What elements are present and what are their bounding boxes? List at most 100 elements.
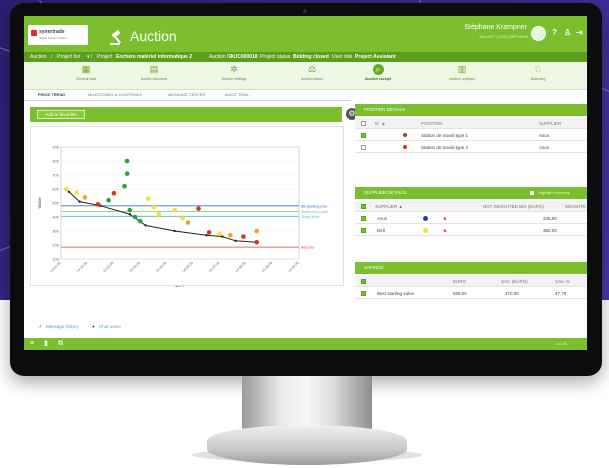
x-tick-label: 14:35:00 <box>155 261 167 273</box>
step-awarding[interactable]: ♘ Awarding <box>520 64 556 81</box>
y-tick-label: 400 <box>52 215 59 220</box>
best-bid-point <box>234 239 237 242</box>
chart-icon[interactable]: ▮ <box>44 340 52 348</box>
reference-line-label: Target price <box>301 215 319 219</box>
step-auction-structure[interactable]: ▤ Auction structure <box>136 64 172 81</box>
y-tick-label: 700 <box>52 173 59 178</box>
help-icon[interactable]: ? <box>552 28 557 37</box>
user-name[interactable]: Stéphane Krampner <box>431 24 527 31</box>
y-tick-label: 500 <box>52 201 59 206</box>
step-auction-analysis[interactable]: ▥ Auction analysis <box>444 64 480 81</box>
x-tick-label: 14:31:00 <box>49 261 61 273</box>
tab-bar: PRICE TREND MILESTONES & OVERTIMES MESSA… <box>24 90 351 101</box>
award-icon: ♘ <box>533 64 543 74</box>
user-datetime: 20.6.2017 | 19:36 | GMT+02:00 <box>479 35 528 39</box>
x-tick-label: 14:40:00 <box>287 261 299 273</box>
camera-dot <box>303 9 307 13</box>
row-checkbox[interactable] <box>361 228 366 233</box>
message-history-link[interactable]: Message history <box>46 324 79 329</box>
chart-svg: 10020030040050060070080090014:31:00 14:32… <box>37 145 328 291</box>
row-checkbox[interactable] <box>361 216 366 221</box>
y-tick-label: 300 <box>52 229 59 234</box>
crumb-project-name: Enchère matériel informatique 2 <box>116 54 193 60</box>
synertrade-logo[interactable]: synertrade digital transformation <box>28 25 88 45</box>
select-all-checkbox[interactable] <box>361 279 366 284</box>
tab-milestones[interactable]: MILESTONES & OVERTIMES <box>88 92 142 97</box>
highlight-currency-checkbox[interactable] <box>530 191 534 195</box>
table-row[interactable]: Asus ♞ 235,00 <box>355 213 587 224</box>
crumb-auction-id-label: Auction ID <box>209 54 233 60</box>
select-all-checkbox[interactable] <box>361 121 366 126</box>
row-checkbox[interactable] <box>361 133 366 138</box>
row-checkbox[interactable] <box>361 145 366 150</box>
bid-point <box>227 232 233 238</box>
reference-line-label: Bid grading price <box>301 204 327 208</box>
tab-message-center[interactable]: MESSAGE CENTER <box>168 92 205 97</box>
breadcrumb: Auction / Project list ▾ / Project Enchè… <box>24 52 587 62</box>
tab-audit-trail[interactable]: AUDIT TRAIL <box>225 92 249 97</box>
message-history-icon[interactable]: ↺ <box>38 324 42 330</box>
position-details-panel: POSITION DETAILS N° ▲ POSITION SUPPLIER … <box>355 104 587 176</box>
analysis-icon: ▥ <box>457 64 467 74</box>
process-steps: ▦ General data ▤ Auction structure ✲ Auc… <box>24 62 587 90</box>
bid-point <box>111 190 117 196</box>
monitor-stand-base <box>207 425 407 465</box>
chat-icon[interactable]: ● <box>92 324 95 329</box>
logout-icon[interactable]: ⇥ <box>576 28 583 37</box>
crumb-status: Bidding closed <box>293 54 329 60</box>
x-tick-label: 14:38:00 <box>234 261 246 273</box>
savings-panel: SAVINGS EURO SAV. (EURO) SAV. % Best sta… <box>355 262 587 310</box>
app-title: Auction <box>130 28 177 44</box>
chat-users-link[interactable]: Chat users <box>99 324 121 329</box>
position-details-title: POSITION DETAILS <box>355 104 587 116</box>
supplier-color-dot <box>423 216 428 221</box>
bid-point <box>122 183 127 189</box>
step-general-data[interactable]: ▦ General data <box>68 64 104 81</box>
chart-footer: ↺ Message history ● Chat users <box>24 324 351 333</box>
add-to-favorites-button[interactable]: Add to favorites <box>37 110 85 119</box>
table-row[interactable]: Dell ♞ 380,00 <box>355 225 587 236</box>
bid-point <box>124 171 130 176</box>
calendar-icon: ▦ <box>81 64 91 74</box>
table-row[interactable]: Station de travail type 1 Asus <box>355 130 587 141</box>
savings-title: SAVINGS <box>355 262 587 274</box>
bid-point <box>145 196 151 202</box>
user-icon[interactable]: ♙ <box>564 28 571 37</box>
chart-toolbar: Add to favorites <box>30 107 342 122</box>
step-auction-status[interactable]: ⚖ Auction status <box>294 64 330 81</box>
select-all-checkbox[interactable] <box>361 204 366 209</box>
logo-mark-icon <box>31 30 37 36</box>
bid-point <box>241 234 246 239</box>
status-dot <box>403 145 407 149</box>
bid-point <box>254 239 259 245</box>
menu-icon[interactable]: ≡ <box>30 340 38 348</box>
tab-price-trend[interactable]: PRICE TREND <box>38 92 65 97</box>
window-icon[interactable]: ⧉ <box>58 340 66 348</box>
logo-tagline: digital transformation <box>39 36 67 40</box>
crumb-project: Project <box>97 54 113 60</box>
best-bid-point <box>128 213 131 216</box>
top-bar: synertrade digital transformation Auctio… <box>24 16 587 52</box>
table-row[interactable]: Best starting value 565,00 270,00 47,79 <box>355 288 587 299</box>
crumb-role-label: User role <box>332 54 353 60</box>
row-checkbox[interactable] <box>361 291 366 296</box>
app-screen: synertrade digital transformation Auctio… <box>24 16 587 350</box>
bid-point <box>180 216 185 221</box>
reference-line-label: Reservation price <box>301 210 328 214</box>
price-trend-chart: 100 200 300 400 500 600 700 800 900 14:31:00 14:32… <box>30 126 344 291</box>
best-bid-point <box>144 224 147 227</box>
x-tick-label: 14:37:00 <box>208 261 220 273</box>
step-auction-settings[interactable]: ✲ Auction settings <box>216 64 252 81</box>
step-auction-cockpit[interactable]: ⌕ Auction cockpit <box>360 64 396 81</box>
hammer-icon: ♞ <box>443 216 448 221</box>
user-avatar[interactable] <box>531 26 546 41</box>
crumb-auction[interactable]: Auction <box>30 54 47 60</box>
hammer-icon: ♞ <box>443 228 448 233</box>
y-tick-label: 900 <box>52 145 59 150</box>
crumb-project-list[interactable]: Project list <box>57 54 80 60</box>
y-axis-label: Value <box>37 197 42 209</box>
bid-point <box>106 197 111 203</box>
table-row[interactable]: Station de travail type 2 Asus <box>355 142 587 153</box>
bid-point <box>127 207 133 213</box>
best-bid-point <box>221 235 224 238</box>
